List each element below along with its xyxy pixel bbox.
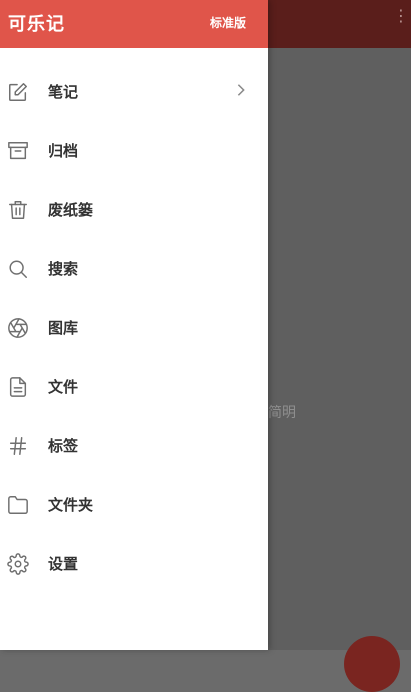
- chevron-right-icon: [234, 82, 248, 101]
- drawer-header: 可乐记 标准版: [0, 0, 268, 48]
- menu-item-label: 搜索: [48, 260, 79, 278]
- menu-item-folders[interactable]: 文件夹: [0, 475, 268, 534]
- menu-item-archive[interactable]: 归档: [0, 121, 268, 180]
- background-toolbar: ⋮: [268, 0, 411, 48]
- scrim-overlay[interactable]: ⋮ 简明: [268, 0, 411, 692]
- menu-item-gallery[interactable]: 图库: [0, 298, 268, 357]
- menu-item-files[interactable]: 文件: [0, 357, 268, 416]
- menu-item-label: 废纸篓: [48, 201, 94, 219]
- file-icon: [6, 375, 30, 399]
- archive-icon: [6, 139, 30, 163]
- menu-item-label: 标签: [48, 437, 79, 455]
- app-title: 可乐记: [8, 14, 65, 35]
- search-icon: [6, 257, 30, 281]
- edit-icon: [6, 80, 30, 104]
- menu-item-label: 设置: [48, 555, 79, 573]
- folder-icon: [6, 493, 30, 517]
- menu-item-settings[interactable]: 设置: [0, 534, 268, 593]
- edition-badge: 标准版: [209, 16, 246, 30]
- hashtag-icon: [6, 434, 30, 458]
- menu-item-label: 图库: [48, 319, 79, 337]
- background-hint-text: 简明: [268, 405, 296, 421]
- aperture-icon: [6, 316, 30, 340]
- overflow-menu-icon[interactable]: ⋮: [393, 8, 409, 24]
- menu-item-trash[interactable]: 废纸篓: [0, 180, 268, 239]
- menu-item-search[interactable]: 搜索: [0, 239, 268, 298]
- menu-item-tags[interactable]: 标签: [0, 416, 268, 475]
- menu-item-label: 笔记: [48, 83, 79, 101]
- trash-icon: [6, 198, 30, 222]
- navigation-drawer: 可乐记 标准版 笔记 归档 废纸篓 搜索 图库 文件 标签 文件夹 设置: [0, 0, 268, 650]
- gear-icon: [6, 552, 30, 576]
- menu-item-label: 归档: [48, 142, 79, 160]
- drawer-menu: 笔记 归档 废纸篓 搜索 图库 文件 标签 文件夹 设置: [0, 62, 268, 593]
- menu-item-label: 文件夹: [48, 496, 94, 514]
- menu-item-label: 文件: [48, 378, 79, 396]
- floating-action-button[interactable]: [344, 636, 400, 692]
- menu-item-notes[interactable]: 笔记: [0, 62, 268, 121]
